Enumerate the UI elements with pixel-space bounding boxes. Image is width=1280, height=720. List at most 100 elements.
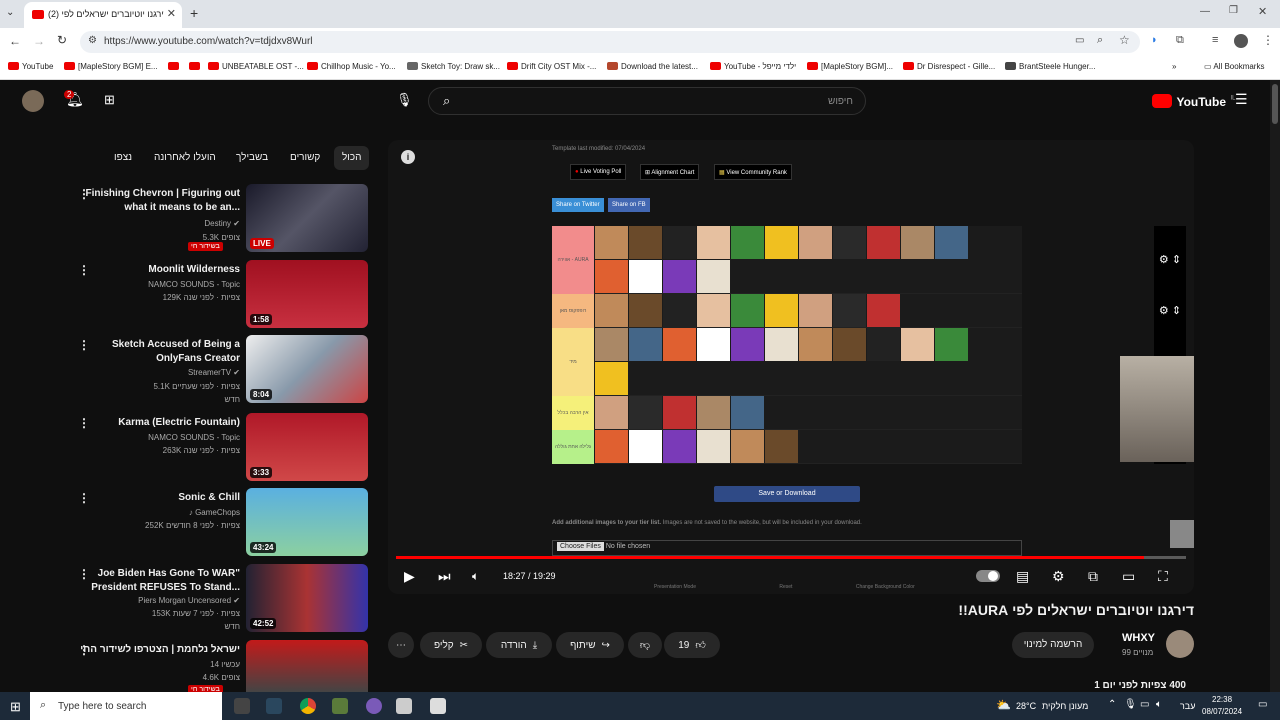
share-fb-button[interactable]: Share on FB xyxy=(608,198,650,212)
subscribe-button[interactable]: הרשמה למינוי xyxy=(1012,632,1094,658)
tier-avatar-image[interactable] xyxy=(867,328,900,361)
tier-settings-icon[interactable]: ⚙ ⇕ xyxy=(1154,294,1186,328)
video-thumbnail[interactable]: 42:52 xyxy=(246,564,368,632)
autoplay-toggle[interactable] xyxy=(976,570,1000,582)
video-thumbnail[interactable]: 3:33 xyxy=(246,413,368,481)
tier-avatar-image[interactable] xyxy=(731,430,764,463)
extension-icon[interactable]: ◗ xyxy=(1151,34,1158,46)
bookmark-item[interactable]: Sketch Toy: Draw sk... xyxy=(407,62,500,71)
profile-avatar[interactable] xyxy=(1234,34,1248,48)
share-button[interactable]: שיתוף ↪ xyxy=(556,632,624,658)
tier-avatar-image[interactable] xyxy=(629,226,662,259)
menu-icon[interactable]: ⋮ xyxy=(1262,33,1274,47)
tier-label[interactable]: אווירה - AURA xyxy=(552,226,594,294)
zoom-icon[interactable]: ⌕ xyxy=(1097,34,1103,47)
chip-all[interactable]: הכול xyxy=(334,146,370,170)
reset-link[interactable]: Reset xyxy=(779,584,792,590)
volume-icon[interactable]: 🔈︎ xyxy=(472,569,479,584)
presentation-mode-link[interactable]: Presentation Mode xyxy=(654,584,696,590)
microphone-icon[interactable]: 🎙︎ xyxy=(1124,699,1137,710)
video-thumbnail[interactable]: LIVE xyxy=(246,184,368,252)
subtitles-icon[interactable]: ▤ xyxy=(1016,568,1029,585)
scrollbar-thumb[interactable] xyxy=(1272,84,1278,124)
list-item[interactable]: ⋮ Joe Biden Has Gone To WAR" President RE… xyxy=(78,564,370,632)
channel-name[interactable]: NAMCO SOUNDS - Topic xyxy=(80,280,240,289)
tier-avatar-image[interactable] xyxy=(697,396,730,429)
bookmark-item[interactable]: Drift City OST Mix -... xyxy=(507,62,596,71)
app-icon[interactable] xyxy=(366,698,382,714)
tier-avatar-image[interactable] xyxy=(629,260,662,293)
tier-avatar-image[interactable] xyxy=(867,294,900,327)
tier-avatar-image[interactable] xyxy=(595,226,628,259)
all-bookmarks[interactable]: ▭ All Bookmarks xyxy=(1204,62,1264,71)
tier-avatar-image[interactable] xyxy=(901,328,934,361)
tier-avatar-image[interactable] xyxy=(935,328,968,361)
tier-avatar-image[interactable] xyxy=(663,260,696,293)
chip-for-you[interactable]: בשבילך xyxy=(228,146,276,170)
steam-icon[interactable] xyxy=(266,698,282,714)
tier-avatar-image[interactable] xyxy=(595,362,628,395)
share-twitter-button[interactable]: Share on Twitter xyxy=(552,198,604,212)
bookmark-item[interactable]: Dr Disrespect - Gille... xyxy=(903,62,995,71)
tier-avatar-image[interactable] xyxy=(629,294,662,327)
tier-avatar-image[interactable] xyxy=(663,226,696,259)
video-player[interactable]: i Template last modified: 07/04/2024 ● L… xyxy=(388,140,1194,594)
create-icon[interactable]: ⊞ xyxy=(104,92,115,108)
app-icon[interactable] xyxy=(396,698,412,714)
tier-avatar-image[interactable] xyxy=(765,226,798,259)
channel-name[interactable]: ♪ GameChops xyxy=(80,508,240,517)
network-icon[interactable]: ▭ xyxy=(1140,699,1149,710)
clock-date[interactable]: 08/07/2024 xyxy=(1202,707,1242,716)
tier-avatar-image[interactable] xyxy=(765,430,798,463)
video-thumbnail[interactable]: 1:58 xyxy=(246,260,368,328)
hamburger-menu-icon[interactable]: ☰ xyxy=(1235,91,1248,108)
file-input[interactable]: Choose Files No file chosen xyxy=(552,540,1022,556)
alignment-chart-button[interactable]: ⊞ Alignment Chart xyxy=(640,164,700,180)
reload-icon[interactable]: ↻ xyxy=(57,33,67,47)
bookmark-item[interactable]: BrantSteele Hunger... xyxy=(1005,62,1096,71)
more-bookmarks-icon[interactable]: » xyxy=(1172,62,1176,71)
site-info-icon[interactable]: ⚙ xyxy=(88,35,97,46)
list-item[interactable]: ⋮ Moonlit Wilderness NAMCO SOUNDS - Topi… xyxy=(78,260,370,328)
channel-name[interactable]: WHXY xyxy=(1122,632,1155,644)
tier-avatar-image[interactable] xyxy=(799,226,832,259)
app-icon[interactable] xyxy=(234,698,250,714)
theater-mode-icon[interactable]: ▭ xyxy=(1122,568,1135,585)
channel-name[interactable]: Piers Morgan Uncensored ✔ xyxy=(80,596,240,605)
clip-button[interactable]: קליפ ✂ xyxy=(420,632,482,658)
minimize-icon[interactable]: — xyxy=(1200,6,1210,17)
dislike-button[interactable]: 👎︎ xyxy=(628,632,662,658)
tier-avatar-image[interactable] xyxy=(731,328,764,361)
tier-avatar-image[interactable] xyxy=(731,396,764,429)
channel-name[interactable]: NAMCO SOUNDS - Topic xyxy=(80,433,240,442)
tray-chevron-icon[interactable]: ⌃ xyxy=(1108,699,1116,710)
reading-list-icon[interactable]: ≡ xyxy=(1212,34,1218,46)
page-scrollbar[interactable] xyxy=(1270,80,1280,692)
bookmark-item[interactable]: [MapleStory BGM]... xyxy=(807,62,893,71)
search-input[interactable]: חיפוש xyxy=(828,96,853,107)
cast-icon[interactable]: ▭ xyxy=(1075,35,1084,46)
tier-avatar-image[interactable] xyxy=(595,396,628,429)
close-window-icon[interactable]: ✕ xyxy=(1258,5,1267,18)
tier-avatar-image[interactable] xyxy=(595,294,628,327)
view-community-rank-button[interactable]: ▦ View Community Rank xyxy=(714,164,792,180)
tier-avatar-image[interactable] xyxy=(697,260,730,293)
taskbar-search[interactable]: ⌕ Type here to search xyxy=(30,692,222,720)
live-voting-poll-button[interactable]: ● Live Voting Poll xyxy=(570,164,627,180)
list-item[interactable]: ⋮ Karma (Electric Fountain) NAMCO SOUNDS… xyxy=(78,413,370,481)
settings-icon[interactable]: ⚙ xyxy=(1052,568,1065,585)
miniplayer-icon[interactable]: ⧉ xyxy=(1088,568,1098,585)
bookmark-item[interactable]: [MapleStory BGM] E... xyxy=(64,62,158,71)
bookmark-item[interactable]: Download the latest... xyxy=(607,62,698,71)
tier-avatar-image[interactable] xyxy=(697,226,730,259)
tier-avatar-image[interactable] xyxy=(867,226,900,259)
info-icon[interactable]: i xyxy=(401,150,415,164)
channel-name[interactable]: StreamerTV ✔ xyxy=(80,368,240,377)
volume-tray-icon[interactable]: 🔈︎ xyxy=(1156,699,1162,710)
tier-avatar-image[interactable] xyxy=(595,430,628,463)
list-item[interactable]: ⋮ Sketch Accused of Being a OnlyFans Crea… xyxy=(78,335,370,404)
tier-avatar-image[interactable] xyxy=(697,328,730,361)
bookmark-star-icon[interactable]: ☆ xyxy=(1119,33,1130,47)
chip-watched[interactable]: נצפו xyxy=(106,146,140,170)
channel-avatar[interactable] xyxy=(1166,630,1194,658)
